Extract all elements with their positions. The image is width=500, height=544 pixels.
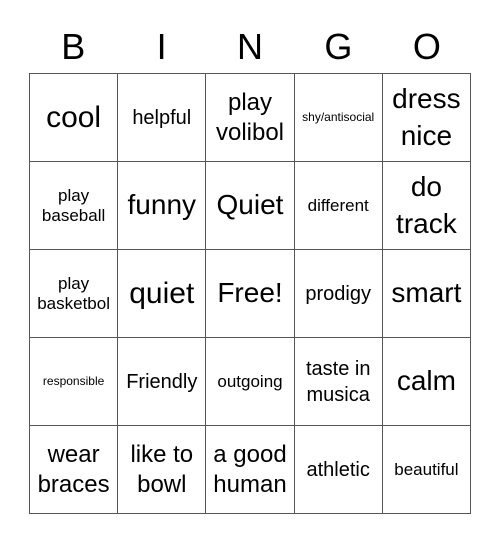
bingo-cell[interactable]: shy/antisocial	[294, 74, 383, 162]
bingo-cell[interactable]: play baseball	[30, 162, 119, 250]
bingo-header: B I N G O	[29, 22, 471, 72]
header-letter-i: I	[156, 26, 167, 67]
bingo-cell[interactable]: athletic	[294, 426, 383, 514]
bingo-cell[interactable]: outgoing	[206, 338, 295, 426]
header-letter-b: B	[61, 26, 86, 67]
bingo-card-grid: cool helpful play volibol shy/antisocial dre…	[29, 73, 471, 514]
bingo-cell[interactable]: different	[294, 162, 383, 250]
bingo-cell[interactable]: wear braces	[30, 426, 119, 514]
bingo-cell[interactable]: smart	[382, 250, 471, 338]
bingo-cell[interactable]: a good human	[206, 426, 295, 514]
bingo-cell[interactable]: quiet	[118, 250, 207, 338]
header-letter-o: O	[412, 26, 441, 67]
bingo-cell[interactable]: taste in musica	[294, 338, 383, 426]
header-letter-n: N	[237, 26, 264, 67]
free-space-cell[interactable]: Free!	[206, 250, 295, 338]
bingo-cell[interactable]: responsible	[30, 338, 119, 426]
bingo-cell[interactable]: like to bowl	[118, 426, 207, 514]
bingo-cell[interactable]: Friendly	[118, 338, 207, 426]
bingo-cell[interactable]: beautiful	[382, 426, 471, 514]
bingo-cell[interactable]: cool	[30, 74, 119, 162]
bingo-cell[interactable]: do track	[382, 162, 471, 250]
bingo-cell[interactable]: play basketbol	[30, 250, 119, 338]
bingo-cell[interactable]: funny	[118, 162, 207, 250]
bingo-cell[interactable]: dress nice	[382, 74, 471, 162]
bingo-cell[interactable]: Quiet	[206, 162, 295, 250]
header-letter-g: G	[324, 26, 353, 67]
bingo-cell[interactable]: prodigy	[294, 250, 383, 338]
bingo-cell[interactable]: play volibol	[206, 74, 295, 162]
bingo-cell[interactable]: calm	[382, 338, 471, 426]
bingo-cell[interactable]: helpful	[118, 74, 207, 162]
